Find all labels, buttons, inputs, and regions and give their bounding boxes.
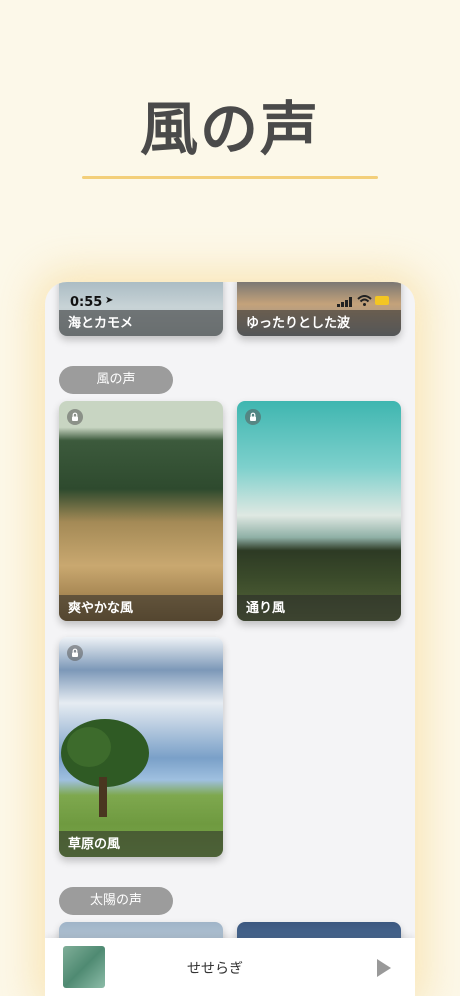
status-bar: 0:55 ➤ <box>45 282 415 310</box>
lock-icon <box>245 409 261 425</box>
location-icon: ➤ <box>105 295 114 306</box>
card-label: 草原の風 <box>68 837 121 852</box>
card-label: ゆったりとした波 <box>246 316 351 331</box>
signal-icon <box>337 297 352 307</box>
play-icon[interactable] <box>377 959 391 977</box>
lock-icon <box>67 409 83 425</box>
status-time: 0:55 <box>70 295 103 310</box>
sound-card-sawayaka-kaze[interactable]: 爽やかな風 <box>59 401 223 621</box>
section-pill-sun: 太陽の声 <box>59 887 173 915</box>
phone-screenshot: 0:55 ➤ 海とカモメ ゆったりとした波 風の声 爽やかな風 通り風 草原の風… <box>45 282 415 996</box>
card-label: 爽やかな風 <box>68 601 134 616</box>
card-label: 海とカモメ <box>68 316 134 331</box>
sound-card-sougen-kaze[interactable]: 草原の風 <box>59 637 223 857</box>
title-underline <box>82 176 378 179</box>
tree-illustration <box>61 719 149 817</box>
battery-icon <box>375 296 389 305</box>
section-pill-wind: 風の声 <box>59 366 173 394</box>
page-title: 風の声 <box>139 95 320 163</box>
mini-player[interactable]: せせらぎ <box>45 938 415 996</box>
lock-icon <box>67 645 83 661</box>
wifi-icon <box>357 295 372 306</box>
track-name: せせらぎ <box>187 961 243 977</box>
card-label: 通り風 <box>246 601 286 616</box>
sound-card-toori-kaze[interactable]: 通り風 <box>237 401 401 621</box>
